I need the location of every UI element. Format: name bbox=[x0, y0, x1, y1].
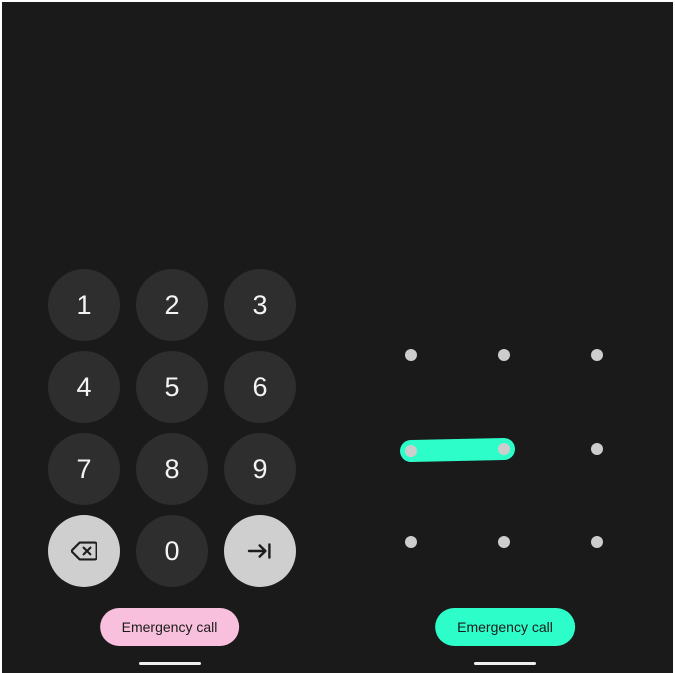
key-9[interactable]: 9 bbox=[224, 433, 296, 505]
emergency-call-button[interactable]: Emergency call bbox=[99, 608, 240, 646]
pattern-grid[interactable] bbox=[337, 2, 673, 673]
key-1[interactable]: 1 bbox=[48, 269, 120, 341]
pattern-dot-1-2 bbox=[591, 443, 603, 455]
backspace-key[interactable] bbox=[48, 515, 120, 587]
key-8[interactable]: 8 bbox=[136, 433, 208, 505]
key-4[interactable]: 4 bbox=[48, 351, 120, 423]
pattern-dot-2-2 bbox=[591, 536, 603, 548]
lockscreen-comparison: 1 2 3 4 5 6 7 8 9 0 Emergency call Emerg… bbox=[0, 0, 675, 673]
home-indicator[interactable] bbox=[138, 662, 201, 665]
pattern-dot-0-0 bbox=[405, 349, 417, 361]
pattern-dot-2-0 bbox=[405, 536, 417, 548]
key-6[interactable]: 6 bbox=[224, 351, 296, 423]
key-3[interactable]: 3 bbox=[224, 269, 296, 341]
backspace-icon bbox=[71, 541, 97, 561]
pattern-dot-0-1 bbox=[498, 349, 510, 361]
key-0[interactable]: 0 bbox=[136, 515, 208, 587]
enter-icon bbox=[247, 541, 273, 561]
pattern-dot-1-0 bbox=[405, 445, 417, 457]
pattern-dot-1-1 bbox=[498, 443, 510, 455]
pattern-lock-screen: Emergency call bbox=[337, 0, 675, 673]
key-7[interactable]: 7 bbox=[48, 433, 120, 505]
enter-key[interactable] bbox=[224, 515, 296, 587]
home-indicator[interactable] bbox=[474, 662, 536, 665]
pattern-path-segment bbox=[400, 438, 515, 462]
key-5[interactable]: 5 bbox=[136, 351, 208, 423]
key-2[interactable]: 2 bbox=[136, 269, 208, 341]
pattern-dot-2-1 bbox=[498, 536, 510, 548]
pin-keypad: 1 2 3 4 5 6 7 8 9 0 bbox=[48, 269, 296, 587]
emergency-call-button[interactable]: Emergency call bbox=[435, 608, 575, 646]
pin-lock-screen: 1 2 3 4 5 6 7 8 9 0 Emergency call bbox=[0, 0, 337, 673]
pattern-dot-0-2 bbox=[591, 349, 603, 361]
